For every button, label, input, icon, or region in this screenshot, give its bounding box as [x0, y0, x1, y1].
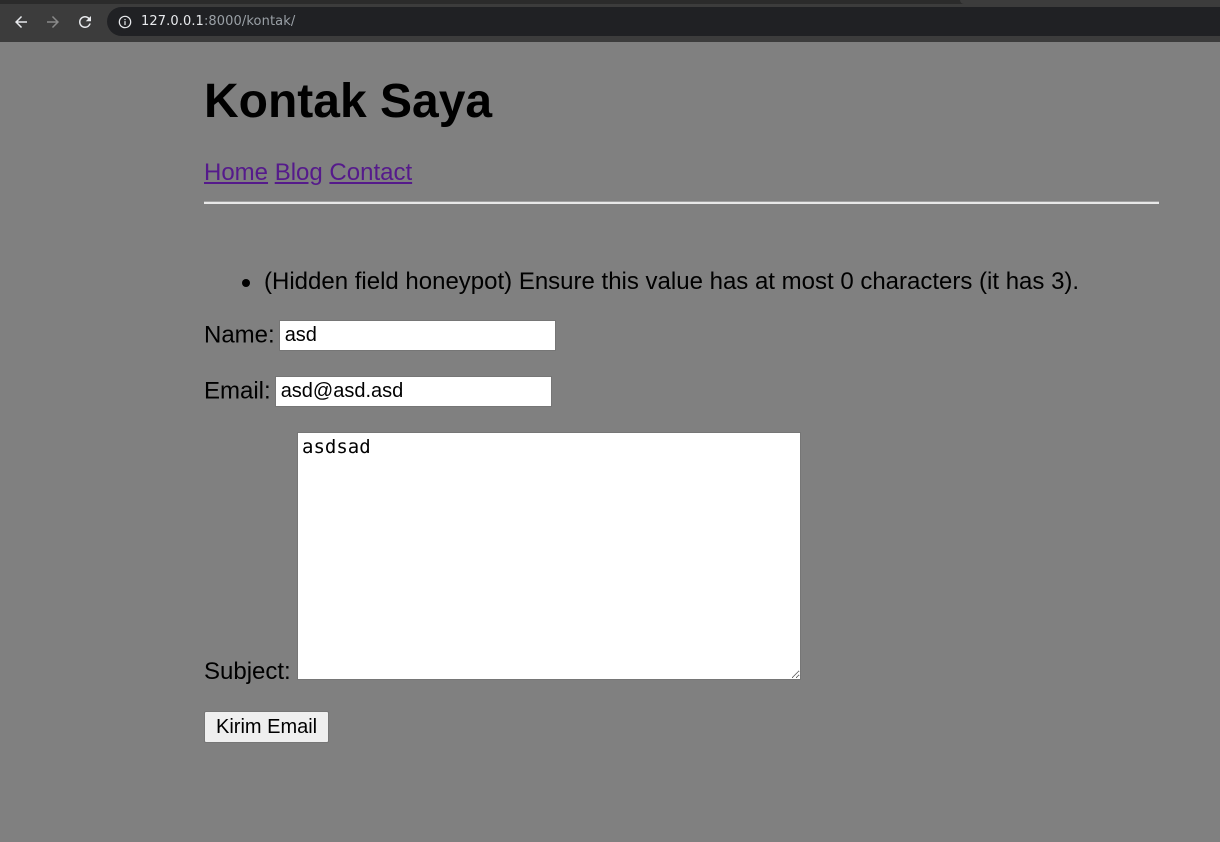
nav-link-contact[interactable]: Contact [329, 159, 412, 186]
url-host: 127.0.0.1 [141, 14, 204, 29]
browser-toolbar: 127.0.0.1:8000/kontak/ [0, 0, 1220, 42]
submit-button[interactable]: Kirim Email [204, 711, 330, 743]
error-message: (Hidden field honeypot) Ensure this valu… [264, 268, 1080, 295]
error-item: (Hidden field honeypot) Ensure this valu… [204, 267, 1079, 297]
name-input[interactable] [278, 320, 556, 351]
email-row: Email: [204, 376, 552, 407]
email-input[interactable] [274, 376, 552, 407]
info-icon[interactable] [118, 15, 132, 29]
error-list: (Hidden field honeypot) Ensure this valu… [204, 267, 1079, 297]
tab-edge [960, 0, 1220, 4]
forward-arrow-icon[interactable] [42, 11, 64, 33]
reload-icon[interactable] [74, 11, 96, 33]
site-nav: Home Blog Contact [204, 158, 412, 188]
subject-label: Subject: [204, 658, 291, 685]
address-bar[interactable]: 127.0.0.1:8000/kontak/ [107, 7, 1220, 36]
bullet-icon [242, 279, 250, 287]
page-title: Kontak Saya [204, 75, 493, 128]
nav-link-home[interactable]: Home [204, 159, 268, 186]
name-label: Name: [204, 321, 275, 349]
divider [204, 201, 1159, 204]
url-path: :8000/kontak/ [203, 14, 296, 29]
url-text[interactable]: 127.0.0.1:8000/kontak/ [141, 14, 295, 29]
email-label: Email: [204, 377, 271, 405]
subject-textarea[interactable]: asdsad [297, 432, 801, 680]
nav-link-blog[interactable]: Blog [275, 159, 323, 186]
tab-strip [0, 0, 1220, 4]
name-row: Name: [204, 320, 556, 351]
back-arrow-icon[interactable] [10, 11, 32, 33]
